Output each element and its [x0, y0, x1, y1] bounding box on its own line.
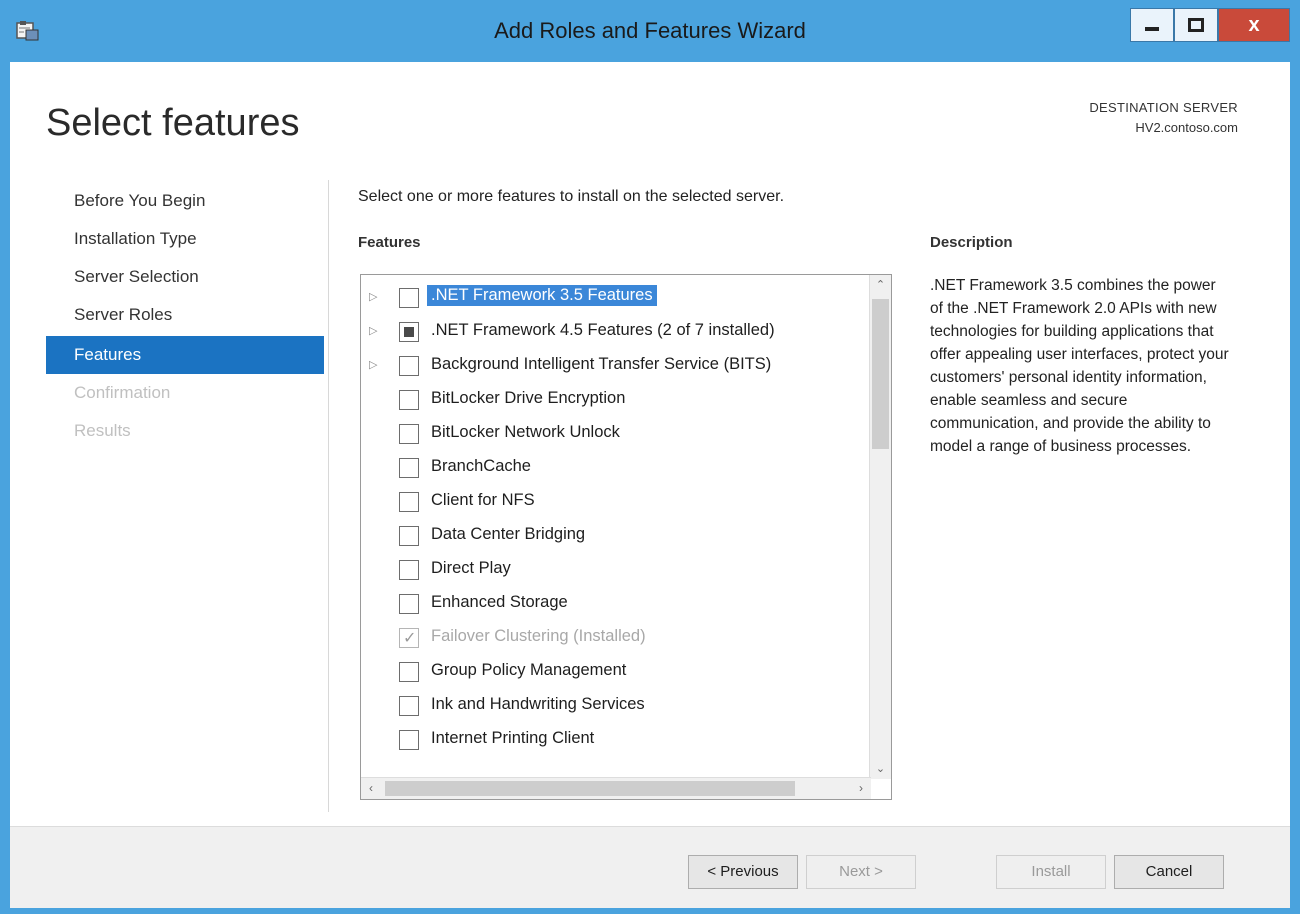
feature-label[interactable]: Data Center Bridging: [431, 525, 585, 544]
feature-checkbox[interactable]: [399, 356, 419, 376]
nav-step-confirmation: Confirmation: [74, 383, 171, 402]
instructions-text: Select one or more features to install o…: [358, 188, 785, 205]
vertical-scrollbar[interactable]: ⌃ ⌄: [869, 275, 891, 779]
title-bar[interactable]: Add Roles and Features Wizard x: [0, 0, 1300, 62]
feature-label[interactable]: .NET Framework 4.5 Features (2 of 7 inst…: [431, 321, 775, 340]
scroll-right-arrow-icon[interactable]: ›: [851, 778, 871, 799]
feature-label[interactable]: Ink and Handwriting Services: [431, 695, 645, 714]
feature-checkbox[interactable]: [399, 594, 419, 614]
feature-checkbox[interactable]: [399, 390, 419, 410]
previous-button[interactable]: < Previous: [688, 855, 798, 889]
feature-checkbox[interactable]: [399, 526, 419, 546]
feature-row[interactable]: ▷ .NET Framework 4.5 Features (2 of 7 in…: [361, 315, 861, 349]
feature-row[interactable]: Group Policy Management: [361, 655, 861, 689]
feature-label[interactable]: BitLocker Drive Encryption: [431, 389, 625, 408]
horizontal-scrollbar[interactable]: ‹ ›: [361, 777, 871, 799]
close-button[interactable]: x: [1218, 8, 1290, 42]
feature-checkbox[interactable]: [399, 288, 419, 308]
expand-arrow-icon[interactable]: ▷: [369, 358, 379, 372]
feature-row[interactable]: Data Center Bridging: [361, 519, 861, 553]
expand-arrow-icon[interactable]: ▷: [369, 324, 379, 338]
wizard-content: Select features DESTINATION SERVER HV2.c…: [10, 62, 1290, 908]
nav-step-installation-type[interactable]: Installation Type: [46, 220, 324, 258]
destination-server-label: DESTINATION SERVER: [1089, 100, 1238, 115]
scroll-left-arrow-icon[interactable]: ‹: [361, 778, 381, 799]
maximize-button[interactable]: [1174, 8, 1218, 42]
install-button: Install: [996, 855, 1106, 889]
feature-row[interactable]: BranchCache: [361, 451, 861, 485]
cancel-button[interactable]: Cancel: [1114, 855, 1224, 889]
feature-checkbox[interactable]: [399, 322, 419, 342]
feature-label: Failover Clustering (Installed): [431, 627, 646, 645]
feature-row: Failover Clustering (Installed): [361, 621, 861, 655]
horizontal-scroll-thumb[interactable]: [385, 781, 795, 796]
destination-server-name: HV2.contoso.com: [1135, 120, 1238, 135]
wizard-window: Add Roles and Features Wizard x Select f…: [0, 0, 1300, 914]
wizard-footer: < Previous Next > Install Cancel: [10, 826, 1290, 908]
feature-row[interactable]: BitLocker Drive Encryption: [361, 383, 861, 417]
feature-label[interactable]: .NET Framework 3.5 Features: [427, 285, 657, 306]
feature-row[interactable]: Ink and Handwriting Services: [361, 689, 861, 723]
features-tree[interactable]: ▷ .NET Framework 3.5 Features ▷ .NET Fra…: [360, 274, 892, 800]
feature-label[interactable]: BitLocker Network Unlock: [431, 423, 620, 442]
feature-checkbox[interactable]: [399, 492, 419, 512]
next-button: Next >: [806, 855, 916, 889]
maximize-icon: [1188, 18, 1204, 32]
nav-step-features[interactable]: Features: [46, 336, 324, 374]
feature-row[interactable]: ▷ .NET Framework 3.5 Features: [361, 281, 861, 315]
nav-divider: [328, 180, 329, 812]
feature-description: .NET Framework 3.5 combines the power of…: [930, 277, 1229, 455]
feature-checkbox[interactable]: [399, 730, 419, 750]
minimize-button[interactable]: [1130, 8, 1174, 42]
feature-row[interactable]: BitLocker Network Unlock: [361, 417, 861, 451]
scroll-up-arrow-icon[interactable]: ⌃: [870, 275, 891, 295]
feature-label[interactable]: Direct Play: [431, 559, 511, 578]
feature-label[interactable]: Internet Printing Client: [431, 729, 594, 748]
feature-checkbox-installed: [399, 628, 419, 648]
description-header: Description: [930, 234, 1013, 251]
features-header: Features: [358, 234, 421, 251]
feature-checkbox[interactable]: [399, 424, 419, 444]
page-title: Select features: [46, 102, 300, 144]
nav-step-before-you-begin[interactable]: Before You Begin: [46, 182, 324, 220]
feature-label[interactable]: Enhanced Storage: [431, 593, 568, 612]
feature-label[interactable]: Group Policy Management: [431, 661, 626, 680]
feature-label[interactable]: Client for NFS: [431, 491, 535, 510]
feature-row[interactable]: Internet Printing Client: [361, 723, 861, 757]
scroll-down-arrow-icon[interactable]: ⌄: [870, 759, 891, 779]
expand-arrow-icon[interactable]: ▷: [369, 290, 379, 304]
feature-row[interactable]: Client for NFS: [361, 485, 861, 519]
minimize-icon: [1145, 27, 1159, 31]
feature-label[interactable]: BranchCache: [431, 457, 531, 476]
close-icon: x: [1248, 13, 1260, 36]
window-title: Add Roles and Features Wizard: [494, 18, 806, 43]
feature-checkbox[interactable]: [399, 696, 419, 716]
nav-step-server-selection[interactable]: Server Selection: [46, 258, 324, 296]
feature-checkbox[interactable]: [399, 662, 419, 682]
vertical-scroll-thumb[interactable]: [872, 299, 889, 449]
feature-checkbox[interactable]: [399, 560, 419, 580]
feature-row[interactable]: Enhanced Storage: [361, 587, 861, 621]
feature-checkbox[interactable]: [399, 458, 419, 478]
nav-step-results: Results: [74, 421, 131, 440]
nav-step-server-roles[interactable]: Server Roles: [46, 296, 324, 334]
feature-row[interactable]: ▷ Background Intelligent Transfer Servic…: [361, 349, 861, 383]
feature-label[interactable]: Background Intelligent Transfer Service …: [431, 355, 771, 374]
feature-row[interactable]: Direct Play: [361, 553, 861, 587]
